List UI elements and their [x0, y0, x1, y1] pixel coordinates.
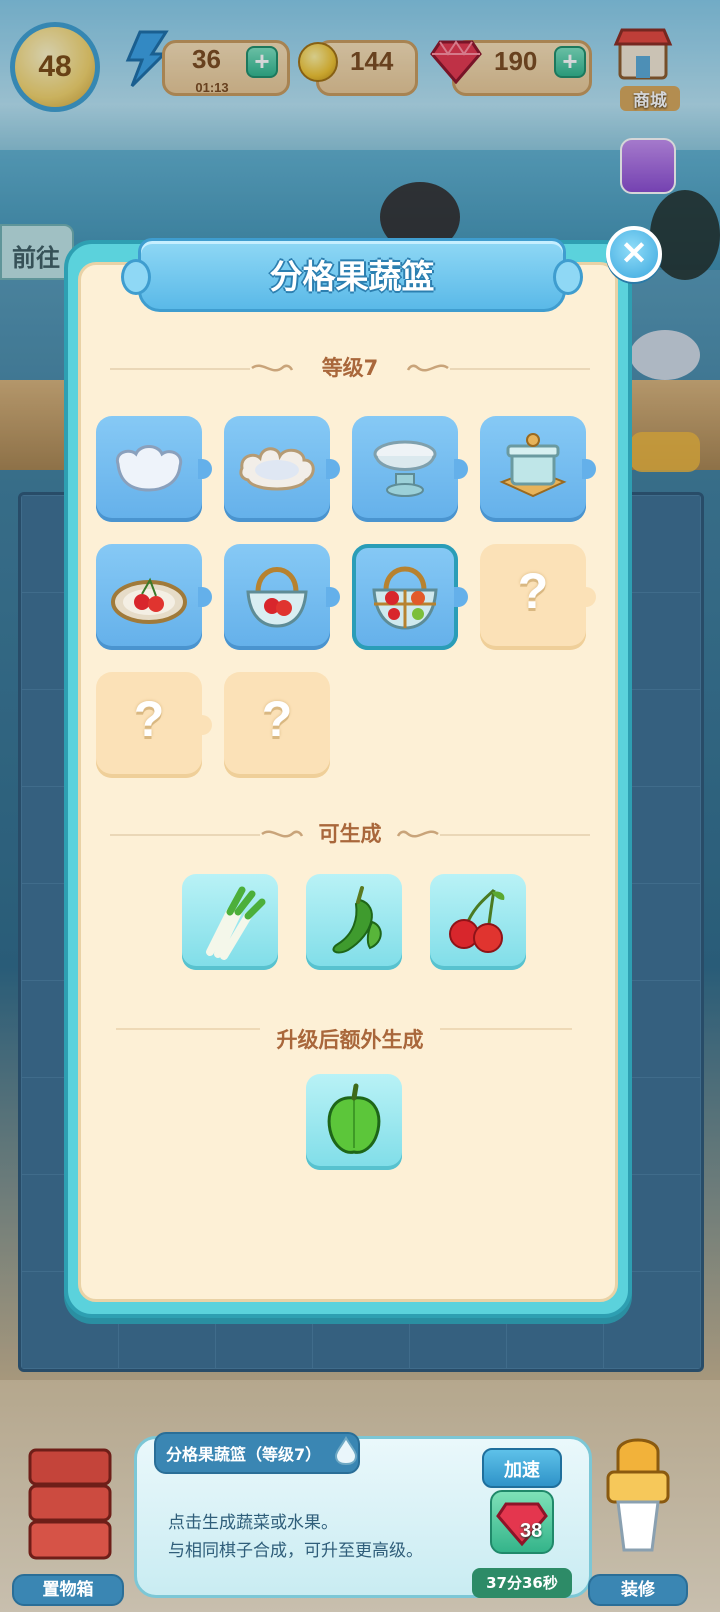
header-line-right: [450, 368, 590, 370]
chain-item-9-locked[interactable]: ?: [96, 672, 212, 778]
unknown-item-mark: ?: [133, 691, 165, 747]
speed-up-button[interactable]: 加速: [482, 1448, 562, 1488]
generates-label: 可生成: [318, 822, 382, 846]
green-pepper-icon: [332, 886, 382, 954]
footed-bowl-icon: [373, 440, 437, 497]
chain-item-8-locked[interactable]: ?: [480, 544, 596, 650]
chain-item-1[interactable]: [96, 416, 212, 522]
modal-title: 分格果蔬篮: [269, 257, 435, 296]
bell-pepper-icon: [327, 1083, 381, 1154]
upgrade-section-header: 升级后额外生成: [110, 1022, 590, 1058]
storage-label[interactable]: 置物箱: [12, 1574, 124, 1606]
speed-up-cost: 38: [520, 1520, 543, 1542]
storage-box-icon[interactable]: [20, 1440, 120, 1568]
decorate-label[interactable]: 装修: [588, 1574, 688, 1606]
chain-item-4[interactable]: [480, 416, 596, 522]
divided-basket-icon: [372, 566, 438, 630]
level-section-header: 等级7: [110, 350, 590, 386]
cloud-bowl-icon: [115, 445, 183, 492]
info-title: 分格果蔬篮（等级7）: [166, 1445, 322, 1464]
swirl-right-icon: [396, 830, 439, 838]
green-onion-icon: [206, 886, 266, 960]
info-drop-icon[interactable]: [334, 1436, 358, 1466]
generate-green-pepper[interactable]: [306, 874, 402, 970]
unknown-item-mark: ?: [517, 563, 549, 619]
swirl-right-icon: [406, 364, 449, 372]
info-description-line2: 与相同棋子合成，可升至更高级。: [168, 1541, 423, 1561]
generate-green-onion[interactable]: [182, 874, 278, 970]
chain-item-6[interactable]: [224, 544, 340, 650]
generate-cherry[interactable]: [430, 874, 526, 970]
upgrade-label: 升级后额外生成: [260, 1024, 440, 1054]
flower-dish-icon: [239, 447, 315, 491]
level-label: 等级7: [321, 356, 379, 380]
generate-bell-pepper[interactable]: [306, 1074, 402, 1170]
cherry-tray-icon: [111, 577, 187, 624]
cherry-icon: [449, 888, 505, 953]
speed-up-timer: 37分36秒: [472, 1568, 572, 1598]
chain-item-10-locked[interactable]: ?: [224, 672, 330, 778]
chain-item-5[interactable]: [96, 544, 212, 650]
info-description-line1: 点击生成蔬菜或水果。: [168, 1513, 338, 1533]
generates-section-header: 可生成: [110, 816, 590, 852]
close-button[interactable]: ✕: [606, 226, 662, 282]
cherry-basket-icon: [246, 567, 308, 628]
chain-item-3[interactable]: [352, 416, 468, 522]
lidded-box-icon: [499, 433, 567, 498]
decorate-icon[interactable]: [588, 1432, 688, 1562]
speed-up-label: 加速: [504, 1460, 540, 1481]
chain-item-2[interactable]: [224, 416, 340, 522]
chain-item-7-current[interactable]: [352, 544, 468, 650]
unknown-item-mark: ?: [261, 691, 293, 747]
header-line-right: [440, 834, 590, 836]
